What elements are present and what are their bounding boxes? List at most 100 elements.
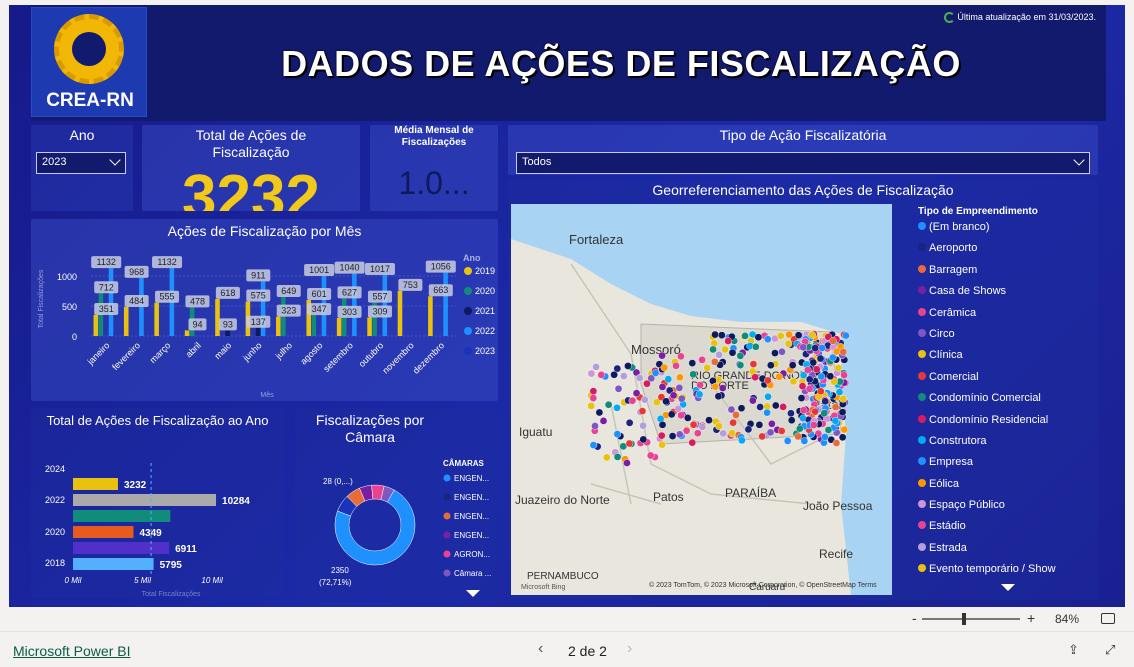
bar-2019-maio: [215, 298, 220, 336]
map-point: [800, 437, 809, 445]
map-point: [799, 406, 808, 415]
map-point: [840, 425, 849, 434]
data-label-text: 618: [220, 288, 235, 298]
chevron-down-icon: [109, 154, 121, 166]
map-point: [640, 395, 649, 404]
y-axis-label: Total Fiscalizações: [38, 269, 45, 328]
map-legend-item: Espaço Público: [918, 499, 1093, 520]
legend-scroll-down-icon[interactable]: [1001, 584, 1015, 591]
legend-swatch-2023: [464, 347, 472, 355]
map-svg[interactable]: FortalezaMossoróRIO GRANDE DO NORTEDO NO…: [511, 204, 892, 595]
map-point: [610, 370, 618, 379]
map-place-6: Juazeiro do Norte: [515, 493, 610, 507]
map-legend-swatch: [918, 414, 926, 423]
map-point: [829, 353, 837, 362]
map-legend-swatch: [918, 243, 926, 252]
share-icon[interactable]: ⇪: [1068, 642, 1079, 658]
map-point: [755, 421, 764, 429]
map-place-11: PERNAMBUCO: [527, 571, 599, 582]
map-point: [829, 337, 837, 345]
map-point: [789, 377, 798, 386]
map-legend-item: Estádio: [918, 520, 1093, 541]
map-point: [764, 392, 772, 401]
next-page-button[interactable]: ›: [627, 640, 632, 658]
fullscreen-icon[interactable]: ⤢: [1105, 642, 1115, 658]
map-legend-label: Empresa: [929, 456, 974, 469]
map-point: [614, 384, 623, 393]
map-legend-swatch: [918, 457, 926, 466]
zoom-out-button[interactable]: -: [912, 610, 917, 626]
map-point: [646, 451, 655, 460]
data-label-text: 1056: [431, 262, 451, 272]
map-point: [695, 390, 704, 399]
map-point: [771, 349, 779, 357]
legend-label-2020: 2020: [475, 286, 495, 296]
fit-page-icon[interactable]: [1101, 613, 1115, 624]
data-label-text: 94: [192, 319, 202, 329]
zoom-slider[interactable]: [922, 618, 1020, 620]
data-label-text: 649: [281, 286, 296, 296]
map-point: [613, 430, 622, 438]
type-slicer: Tipo de Ação Fiscalizatória Todos: [508, 125, 1098, 175]
map-point: [619, 372, 628, 380]
year-tick-label: 2020: [45, 527, 65, 537]
map-point: [838, 408, 847, 416]
donut-chart[interactable]: 28 (0,...) 2350 (72,71%) CÂMARAS ENGEN... ENG…: [295, 408, 498, 598]
year-bar-value: 3232: [124, 480, 147, 491]
map-legend-swatch: [918, 307, 926, 316]
map-point: [592, 363, 600, 371]
map-point: [799, 343, 808, 352]
year-dropdown[interactable]: 2023: [36, 152, 126, 174]
prev-page-button[interactable]: ‹: [538, 640, 543, 658]
map-point: [767, 361, 775, 370]
map-legend-label: (Em branco): [929, 221, 990, 233]
data-label-text: 137: [251, 317, 266, 327]
map-legend-swatch: [918, 286, 926, 295]
data-label-y2022-2: 1132: [152, 256, 183, 269]
year-dropdown-value: 2023: [42, 156, 67, 168]
map-point: [625, 418, 634, 427]
map-legend-swatch: [918, 393, 926, 402]
map-point: [711, 330, 719, 339]
donut-legend-title: CÂMARAS: [443, 459, 485, 468]
bar-2022-setembro: [352, 273, 357, 336]
map-point: [709, 345, 717, 354]
map-point: [698, 355, 706, 364]
powerbi-link[interactable]: Microsoft Power BI: [13, 643, 130, 659]
map-legend-title: Tipo de Empreendimento: [918, 206, 1038, 217]
map-point: [589, 441, 598, 449]
map-point: [677, 394, 686, 403]
donut-legend-swatch: [443, 569, 451, 577]
donut-legend-label: ENGEN...: [454, 531, 489, 540]
map-point: [696, 381, 704, 389]
x-tick-label: outubro: [357, 340, 386, 369]
bing-logo: Microsoft Bing: [521, 584, 565, 591]
bar-2021-maio: [225, 330, 230, 336]
map-point: [736, 352, 745, 360]
zoom-slider-thumb[interactable]: [962, 613, 966, 625]
data-label-text: 309: [372, 306, 387, 316]
data-label-text: 323: [281, 306, 296, 316]
x-tick-label: janeiro: [85, 340, 112, 367]
logo-text: CREA-RN: [46, 90, 134, 111]
x-tick-label: 0 Mil: [65, 576, 82, 585]
map-point: [775, 372, 783, 381]
donut-legend-scroll-icon[interactable]: [466, 590, 480, 597]
year-chart[interactable]: 32321028443496911579520242022202020180 M…: [31, 408, 284, 598]
donut-chart-panel: Fiscalizações por Câmara 28 (0,...) 2350(…: [295, 408, 498, 598]
map-area[interactable]: FortalezaMossoróRIO GRANDE DO NORTEDO NO…: [511, 204, 892, 595]
map-point: [738, 436, 746, 445]
bar-2020-agosto: [311, 315, 317, 336]
data-label-y2019-6: 323: [276, 304, 301, 317]
data-label-y2020-7: 347: [307, 303, 332, 316]
zoom-in-button[interactable]: +: [1027, 610, 1035, 626]
map-point: [662, 397, 670, 406]
monthly-chart[interactable]: 0 500 1000 Total Fiscalizações janeirofevere…: [31, 219, 498, 401]
map-point: [751, 373, 759, 382]
bar-2022-janeiro: [108, 268, 114, 336]
map-point: [798, 382, 807, 390]
last-update-text: Última atualização em 31/03/2023.: [957, 12, 1096, 22]
type-dropdown[interactable]: Todos: [516, 152, 1090, 174]
map-legend-swatch: [918, 542, 926, 551]
x-axis-label: Total Fiscalizações: [142, 591, 201, 598]
